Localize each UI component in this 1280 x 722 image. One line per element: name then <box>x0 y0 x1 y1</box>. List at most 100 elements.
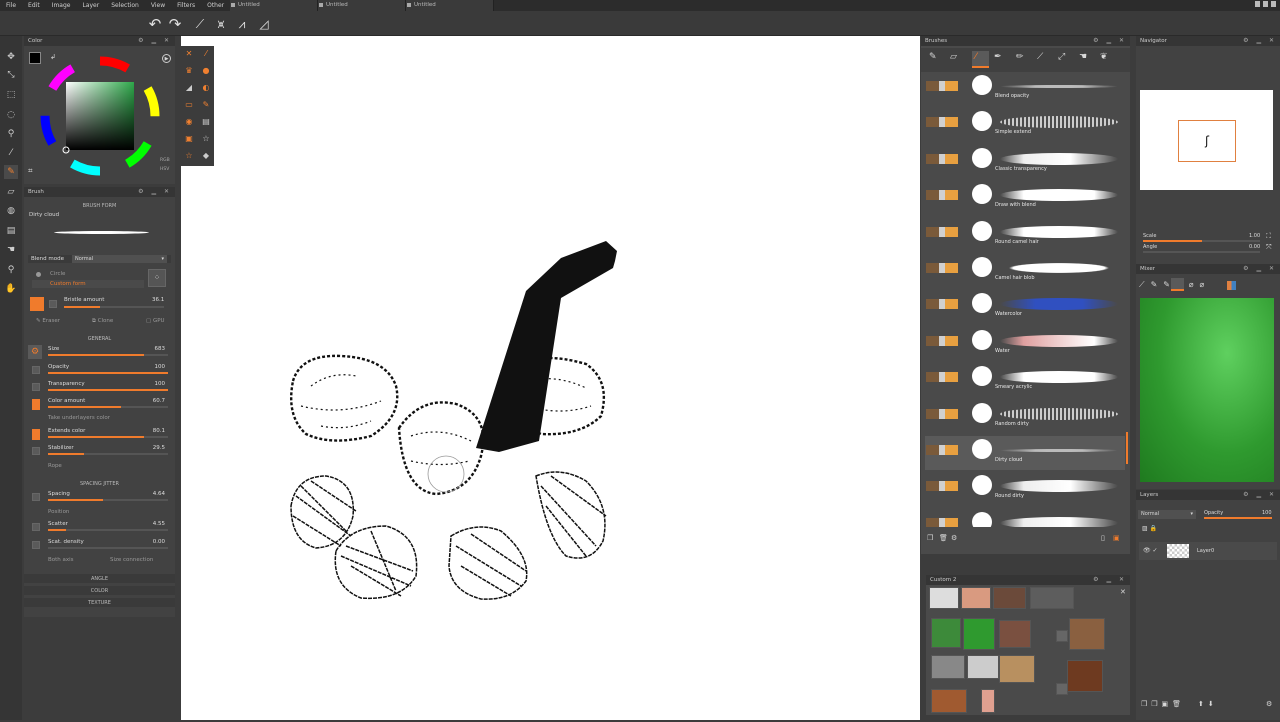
brush-item[interactable]: Classic transparency <box>925 145 1125 179</box>
circle-radio[interactable] <box>36 272 41 277</box>
custom-item-6[interactable] <box>963 618 995 650</box>
spacing-slider[interactable] <box>48 499 168 501</box>
brush-view-list-icon[interactable]: ▯ <box>1101 534 1105 542</box>
rect-select-icon[interactable]: ⬚ <box>4 88 18 102</box>
doc-tab-2[interactable]: Untitled <box>318 0 406 11</box>
drawing-canvas[interactable] <box>181 36 920 720</box>
quick-tool-2-icon[interactable]: ⁄ <box>200 48 212 60</box>
quick-tool-6-icon[interactable]: ◐ <box>200 82 212 94</box>
custom-item-9[interactable] <box>1069 618 1105 650</box>
navigator-preview[interactable]: ʃ <box>1140 90 1273 190</box>
custom-item-4[interactable] <box>1030 587 1074 609</box>
menu-filters[interactable]: Filters <box>171 2 201 9</box>
brush-item[interactable]: Water <box>925 327 1125 361</box>
transparency-slider[interactable] <box>48 389 168 391</box>
lock-icon[interactable]: ▨ 🔒 <box>1142 525 1157 532</box>
color-model-rgb[interactable]: RGB <box>160 158 170 163</box>
category-brush-icon[interactable]: ⁄ <box>975 52 977 62</box>
layer-move-actions[interactable]: ⬆⬇ <box>1198 700 1218 708</box>
ruler-icon[interactable]: ◿ <box>255 15 273 33</box>
brush-item[interactable]: Random dirty <box>925 400 1125 434</box>
menu-view[interactable]: View <box>145 2 171 9</box>
panel-controls[interactable]: ⚙ ▁ ✕ <box>1093 37 1127 44</box>
custom-item-10[interactable] <box>931 655 965 679</box>
close-icon[interactable] <box>231 3 235 7</box>
quick-tool-4-icon[interactable]: ● <box>200 65 212 77</box>
doc-tab-1[interactable]: Untitled <box>230 0 318 11</box>
eraser-mode[interactable]: ✎ Eraser <box>36 318 60 324</box>
brush-item[interactable]: Round dirty <box>925 472 1125 506</box>
eyedropper-icon[interactable]: ⁄ <box>4 146 18 160</box>
custom-item-7[interactable] <box>999 620 1031 648</box>
blend-mode-select[interactable]: Normal ▾ <box>72 255 167 263</box>
reset-angle-icon[interactable]: ⤧ <box>1266 243 1272 252</box>
custom-item-14[interactable] <box>1056 683 1068 695</box>
scrollbar-thumb[interactable] <box>1126 432 1128 464</box>
spacing-toggle[interactable] <box>32 493 40 501</box>
panel-controls[interactable]: ⚙ ▁ ✕ <box>138 37 172 44</box>
color-amount-slider[interactable] <box>48 406 168 408</box>
mixer-palette-icon[interactable] <box>1227 281 1236 290</box>
magic-wand-icon[interactable]: ⚲ <box>4 127 18 141</box>
panel-controls[interactable]: ⚙ ▁ ✕ <box>1243 265 1277 272</box>
quick-tool-3-icon[interactable]: ♛ <box>183 65 195 77</box>
scatter-slider[interactable] <box>48 529 168 531</box>
perspective-icon[interactable]: ⩘ <box>233 15 251 33</box>
brush-tool-icon[interactable]: ⟋ <box>191 15 209 33</box>
gradient-icon[interactable]: ▤ <box>4 224 18 238</box>
bristle-toggle[interactable] <box>49 300 57 308</box>
quick-tool-7-icon[interactable]: ▭ <box>183 99 195 111</box>
color-amount-icon[interactable] <box>32 399 40 410</box>
layer-actions[interactable]: ❒❒▣🗑 <box>1141 700 1185 708</box>
scale-slider[interactable] <box>1143 240 1260 242</box>
mixer-selected-tool[interactable] <box>1171 278 1184 291</box>
quick-tool-9-icon[interactable]: ◉ <box>183 116 195 128</box>
texture-section[interactable]: TEXTURE <box>24 598 175 607</box>
custom-form-row[interactable] <box>32 280 144 288</box>
gear-icon[interactable]: ⚙ <box>28 345 42 359</box>
brush-item[interactable]: Dirty cloud <box>925 436 1125 470</box>
color-model-hsv[interactable]: HSV <box>160 167 169 172</box>
quick-tool-10-icon[interactable]: ▤ <box>200 116 212 128</box>
close-icon[interactable] <box>319 3 323 7</box>
opacity-toggle[interactable] <box>32 366 40 374</box>
category-smudge-icon[interactable]: ☚ <box>1079 52 1087 62</box>
eraser-icon[interactable]: ▱ <box>4 185 18 199</box>
quick-tool-14-icon[interactable]: ◆ <box>200 150 212 162</box>
navigator-viewport[interactable]: ʃ <box>1178 120 1236 162</box>
both-axis-option[interactable]: Both axis <box>48 557 74 563</box>
quick-tool-5-icon[interactable]: ◢ <box>183 82 195 94</box>
custom-item-8[interactable] <box>1056 630 1068 642</box>
category-leaf-icon[interactable]: ❦ <box>1100 52 1108 62</box>
crop-icon[interactable]: ⌗ <box>28 166 33 176</box>
brush-item[interactable]: Draw with blend <box>925 181 1125 215</box>
custom-item-12[interactable] <box>999 655 1035 683</box>
brush-delete-icon[interactable]: 🗑 <box>939 534 948 542</box>
take-underlayers-color[interactable]: Take underlayers color <box>48 415 110 421</box>
mixer-canvas[interactable] <box>1140 298 1274 482</box>
brush-item[interactable]: Simple extend <box>925 108 1125 142</box>
transform-tool-icon[interactable]: ⤡ <box>4 68 18 82</box>
stabilizer-toggle[interactable] <box>32 447 40 455</box>
brush-item[interactable]: Blend opacity <box>925 72 1125 106</box>
gpu-mode[interactable]: ▢ GPU <box>146 318 165 324</box>
category-pen-icon[interactable]: ✒ <box>994 52 1002 62</box>
menu-file[interactable]: File <box>0 2 22 9</box>
custom-form-thumbnail[interactable]: ⁘ <box>148 269 166 287</box>
scatter-toggle[interactable] <box>32 523 40 531</box>
custom-item-5[interactable] <box>931 618 961 648</box>
category-knife-icon[interactable]: ⤢ <box>1058 52 1065 62</box>
custom-item-15[interactable] <box>931 689 967 713</box>
brush-item[interactable] <box>925 509 1125 527</box>
layer-opacity-slider[interactable] <box>1204 517 1272 519</box>
visibility-icon[interactable]: 👁 ✓ <box>1143 547 1158 554</box>
doc-tab-3[interactable]: Untitled <box>406 0 494 11</box>
redo-icon[interactable]: ↷ <box>166 15 184 33</box>
pin-icon[interactable]: ✕ <box>1120 588 1126 596</box>
clone-mode[interactable]: ⧉ Clone <box>92 318 113 325</box>
stabilizer-slider[interactable] <box>48 453 168 455</box>
color-play-icon[interactable]: ▶ <box>162 54 171 63</box>
menu-other[interactable]: Other <box>201 2 230 9</box>
quick-tool-13-icon[interactable]: ☆ <box>183 150 195 162</box>
color-section[interactable]: COLOR <box>24 586 175 595</box>
